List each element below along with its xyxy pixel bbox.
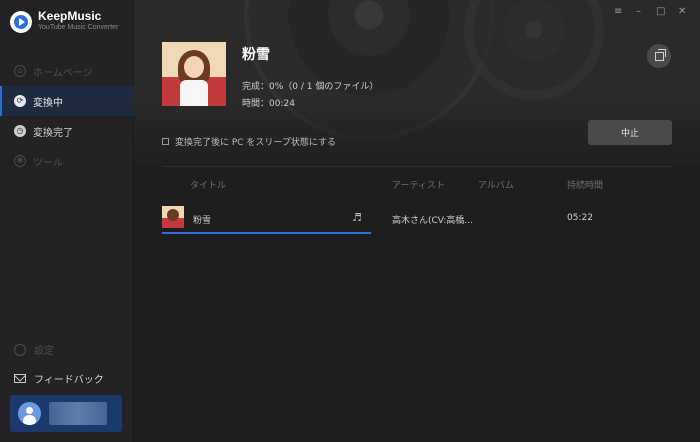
app-subtitle: YouTube Music Converter bbox=[38, 24, 119, 31]
mini-mode-button[interactable] bbox=[647, 44, 671, 68]
column-header-title[interactable]: タイトル bbox=[190, 178, 226, 191]
now-converting-header: ≡ – □ ✕ 粉雪 完成：0%（0 / 1 個のファイル） 時間：00:24 … bbox=[134, 0, 700, 165]
sidebar-item-label: ホームページ bbox=[33, 67, 93, 79]
sidebar-item-converting[interactable]: ⟳ 変換中 bbox=[0, 86, 134, 116]
elapsed-time: 時間：00:24 bbox=[242, 99, 295, 109]
menu-icon[interactable]: ≡ bbox=[614, 6, 622, 17]
album-art bbox=[162, 42, 226, 106]
brand: KeepMusic YouTube Music Converter bbox=[10, 10, 118, 33]
window-mode-icon bbox=[654, 48, 666, 61]
sidebar-item-label: ツール bbox=[33, 157, 63, 169]
maximize-icon[interactable]: □ bbox=[656, 6, 665, 17]
avatar bbox=[18, 402, 41, 425]
track-duration: 05:22 bbox=[567, 213, 593, 223]
clock-icon: ◷ bbox=[14, 125, 26, 137]
mail-icon bbox=[14, 374, 26, 383]
music-note-icon: ♬ bbox=[352, 211, 362, 224]
sleep-checkbox[interactable] bbox=[162, 138, 169, 145]
sidebar-item-label: 変換完了 bbox=[33, 127, 73, 139]
gear-icon bbox=[14, 343, 26, 356]
track-thumbnail bbox=[162, 206, 184, 228]
sidebar-item-home[interactable]: ⌂ ホームページ bbox=[0, 56, 134, 86]
table-row[interactable]: 粉雪 ♬ 高木さん(CV:高橋... 05:22 bbox=[162, 206, 672, 236]
app-name: KeepMusic bbox=[38, 9, 102, 23]
track-artist: 高木さん(CV:高橋... bbox=[392, 216, 473, 226]
keepmusic-logo-icon bbox=[10, 10, 32, 33]
sleep-label: 変換完了後に PC をスリープ状態にする bbox=[175, 138, 336, 148]
main-panel: ≡ – □ ✕ 粉雪 完成：0%（0 / 1 個のファイル） 時間：00:24 … bbox=[134, 0, 700, 442]
track-title: 粉雪 bbox=[193, 216, 212, 226]
column-header-artist[interactable]: アーティスト bbox=[392, 178, 445, 191]
feedback-label: フィードバック bbox=[34, 375, 104, 386]
home-icon: ⌂ bbox=[14, 65, 26, 77]
tools-icon: ✱ bbox=[14, 155, 26, 167]
sleep-option[interactable]: 変換完了後に PC をスリープ状態にする bbox=[162, 135, 336, 148]
feedback-button[interactable]: フィードバック bbox=[14, 371, 104, 386]
track-progress-bar bbox=[162, 232, 371, 234]
minimize-icon[interactable]: – bbox=[636, 6, 641, 17]
converting-icon: ⟳ bbox=[14, 95, 26, 107]
close-icon[interactable]: ✕ bbox=[678, 6, 686, 17]
stop-button[interactable]: 中止 bbox=[588, 120, 672, 145]
progress-text: 完成：0%（0 / 1 個のファイル） bbox=[242, 82, 379, 92]
settings-button[interactable]: 設定 bbox=[14, 342, 54, 357]
user-account-button[interactable] bbox=[10, 395, 122, 432]
sidebar-item-tools[interactable]: ✱ ツール bbox=[0, 146, 134, 176]
sidebar-item-label: 変換中 bbox=[33, 97, 63, 109]
sidebar-nav: ⌂ ホームページ ⟳ 変換中 ◷ 変換完了 ✱ ツール bbox=[0, 56, 134, 176]
settings-label: 設定 bbox=[34, 346, 54, 357]
sidebar: KeepMusic YouTube Music Converter ⌂ ホームペ… bbox=[0, 0, 134, 442]
user-name-blurred bbox=[49, 402, 107, 425]
sidebar-item-converted[interactable]: ◷ 変換完了 bbox=[0, 116, 134, 146]
song-title: 粉雪 bbox=[242, 47, 270, 63]
divider bbox=[162, 166, 672, 167]
column-header-album[interactable]: アルバム bbox=[478, 178, 514, 191]
column-header-duration[interactable]: 持続時間 bbox=[567, 178, 603, 191]
